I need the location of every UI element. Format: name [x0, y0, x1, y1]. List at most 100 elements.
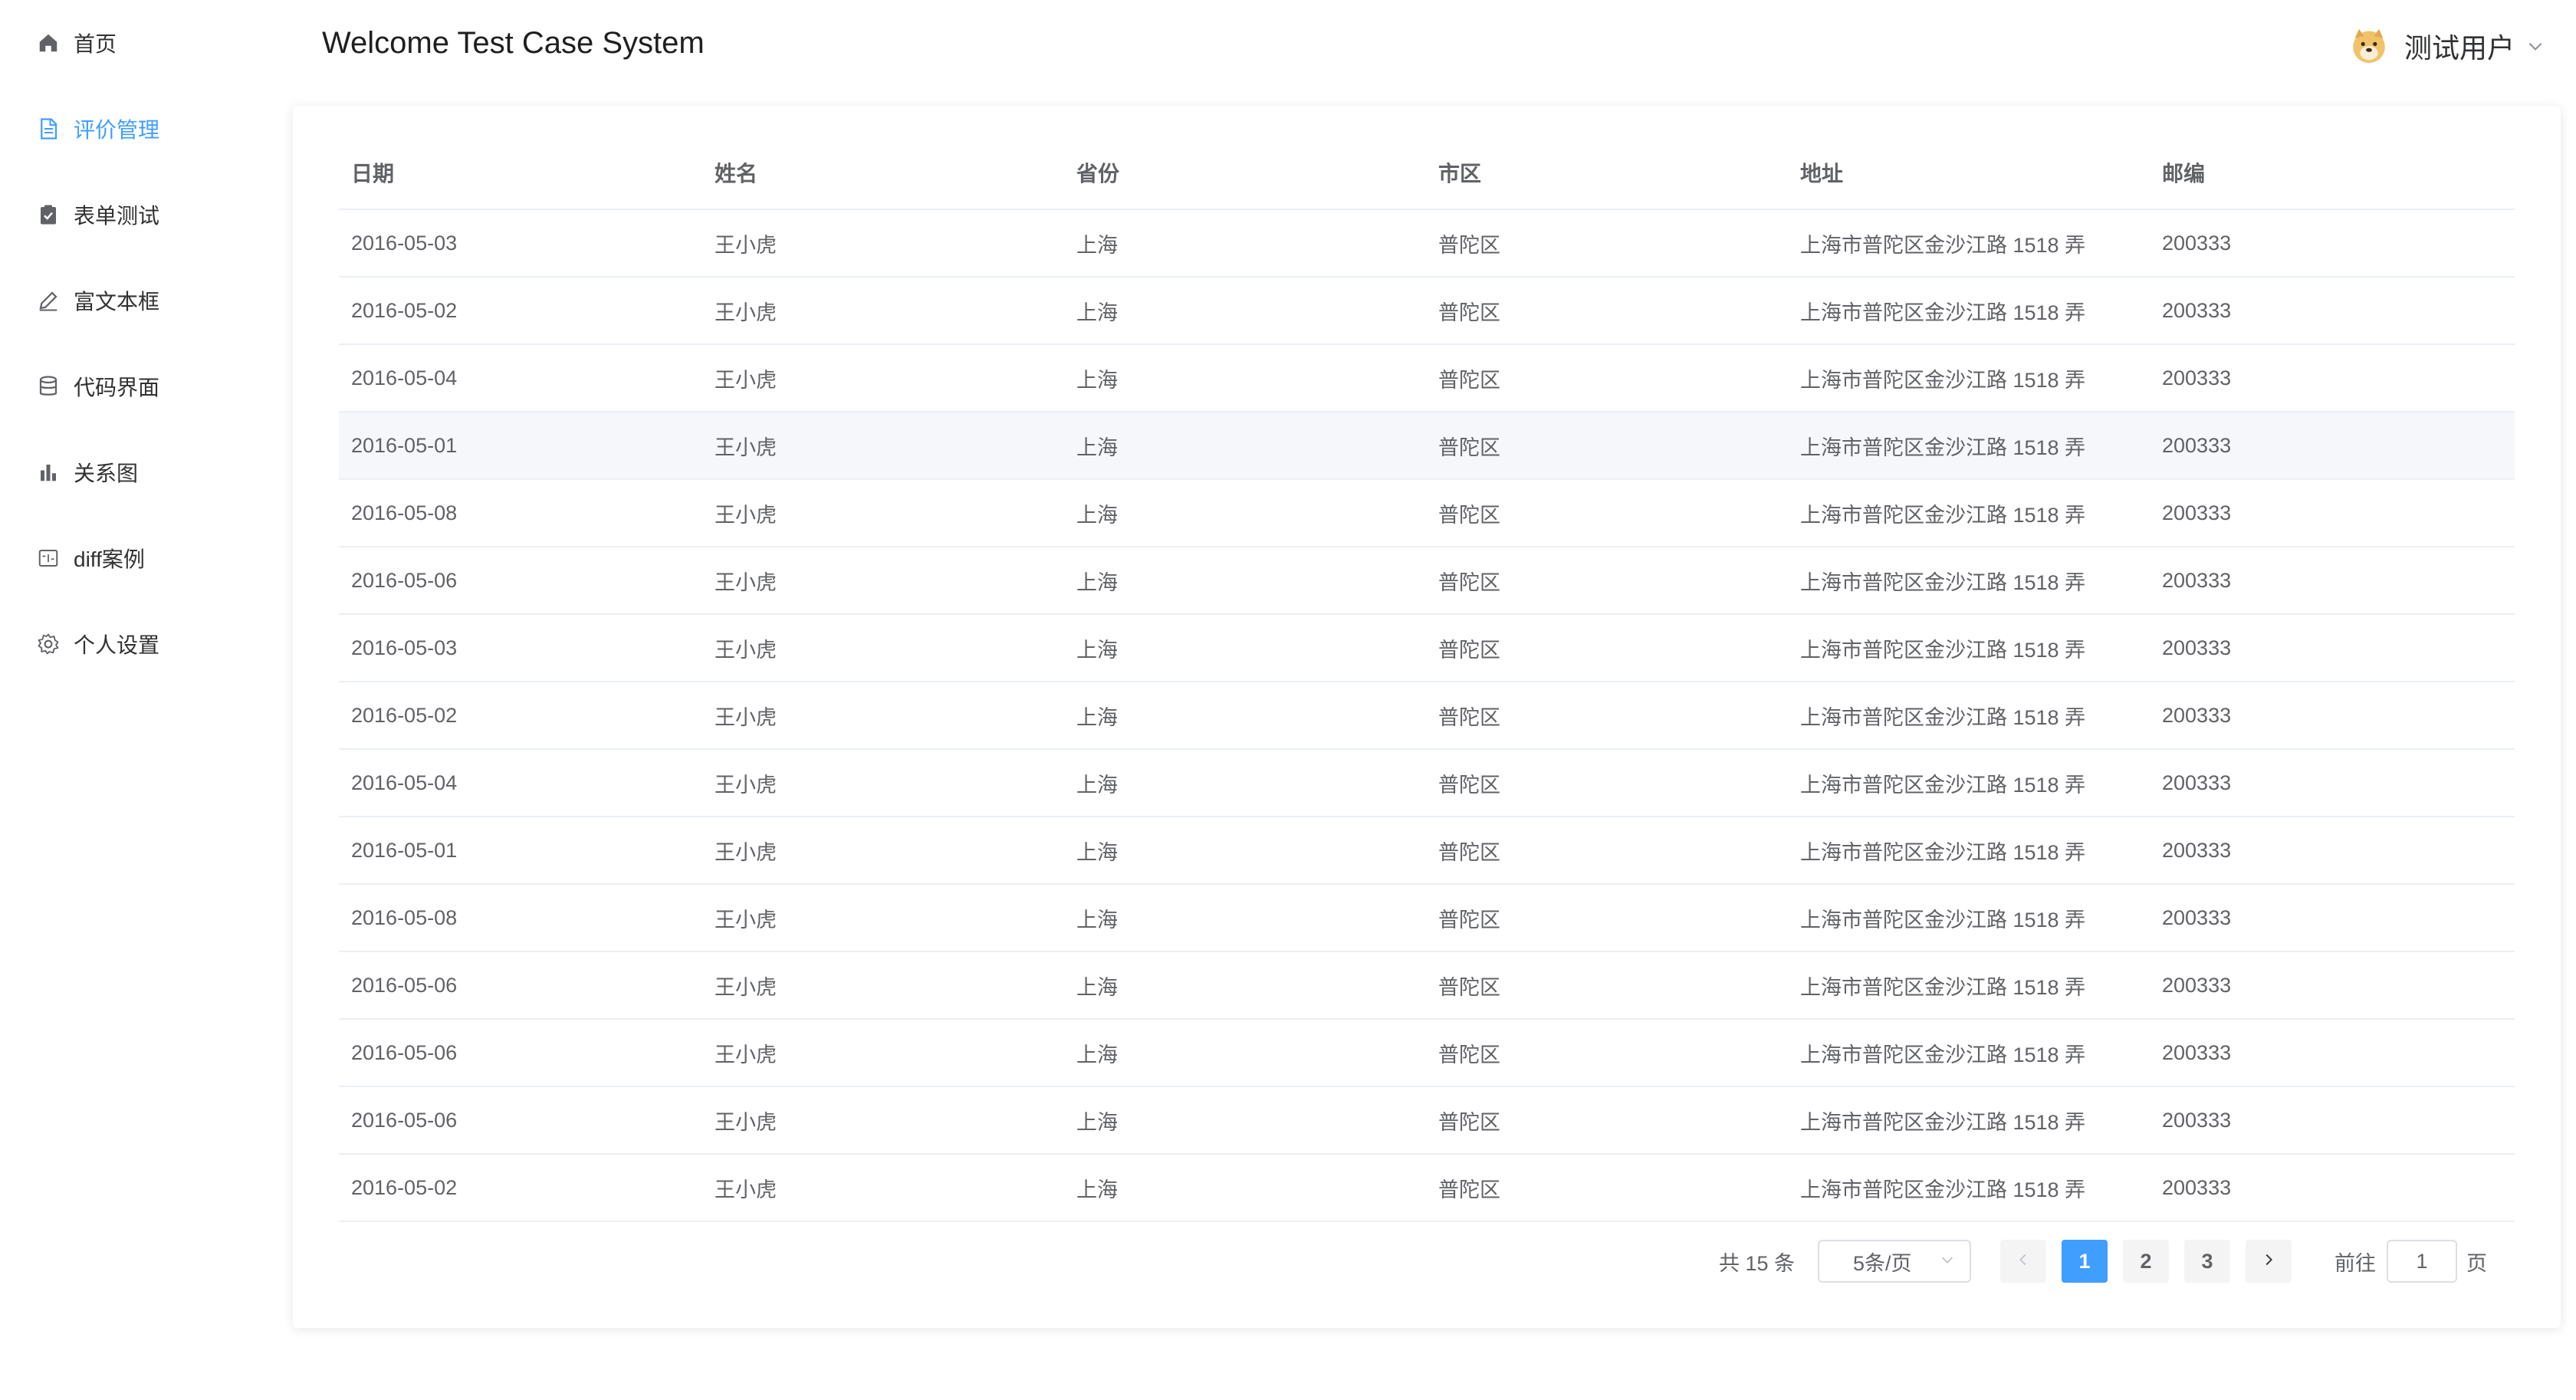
database-icon [35, 373, 61, 399]
chevron-right-icon [2260, 1250, 2277, 1273]
cell-date: 2016-05-06 [351, 1108, 458, 1132]
table-row[interactable]: 2016-05-06 王小虎 上海 普陀区 上海市普陀区金沙江路 1518 弄 20033… [339, 1087, 2515, 1155]
page-button-3[interactable]: 3 [2184, 1240, 2230, 1283]
column-header-date[interactable]: 日期 [351, 136, 394, 209]
column-header-zip[interactable]: 邮编 [2162, 136, 2205, 209]
table-row[interactable]: 2016-05-01 王小虎 上海 普陀区 上海市普陀区金沙江路 1518 弄 20033… [339, 412, 2515, 480]
table-row[interactable]: 2016-05-04 王小虎 上海 普陀区 上海市普陀区金沙江路 1518 弄 20033… [339, 345, 2515, 412]
data-table: 日期 姓名 省份 市区 地址 邮编 2016-05-03 王小虎 上海 普陀区 上海市普… [339, 136, 2515, 1222]
sidebar-item-label: 个人设置 [74, 633, 160, 657]
cell-name: 王小虎 [715, 908, 777, 932]
cell-province: 上海 [1076, 368, 1118, 392]
cell-district: 普陀区 [1438, 435, 1500, 459]
table-row[interactable]: 2016-05-04 王小虎 上海 普陀区 上海市普陀区金沙江路 1518 弄 20033… [339, 750, 2515, 817]
sidebar-item-rich-text[interactable]: 富文本框 [35, 278, 159, 324]
cell-province: 上海 [1076, 1043, 1118, 1066]
cell-date: 2016-05-04 [351, 771, 458, 794]
column-header-address[interactable]: 地址 [1800, 136, 1843, 209]
table-row[interactable]: 2016-05-03 王小虎 上海 普陀区 上海市普陀区金沙江路 1518 弄 20033… [339, 210, 2515, 278]
cell-date: 2016-05-02 [351, 1175, 458, 1199]
table-row[interactable]: 2016-05-01 王小虎 上海 普陀区 上海市普陀区金沙江路 1518 弄 20033… [339, 817, 2515, 885]
user-name: 测试用户 [2404, 32, 2515, 64]
sidebar-item-diff-case[interactable]: diff案例 [35, 535, 145, 581]
cell-zip: 200333 [2162, 298, 2232, 322]
column-header-name[interactable]: 姓名 [715, 136, 757, 209]
cell-address: 上海市普陀区金沙江路 1518 弄 [1800, 705, 2086, 729]
sidebar-item-review-management[interactable]: 评价管理 [35, 106, 159, 152]
cell-zip: 200333 [2162, 568, 2232, 592]
table-row[interactable]: 2016-05-03 王小虎 上海 普陀区 上海市普陀区金沙江路 1518 弄 20033… [339, 615, 2515, 682]
sidebar-item-label: 关系图 [74, 462, 139, 485]
prev-page-button[interactable] [2000, 1240, 2046, 1283]
user-menu[interactable]: 测试用户 [2349, 21, 2545, 71]
cell-date: 2016-05-04 [351, 366, 458, 389]
cell-name: 王小虎 [715, 435, 777, 459]
clipboard-check-icon [35, 202, 61, 228]
cell-address: 上海市普陀区金沙江路 1518 弄 [1800, 570, 2086, 594]
chevron-down-icon [2525, 36, 2545, 56]
column-header-district[interactable]: 市区 [1438, 136, 1481, 209]
cell-district: 普陀区 [1438, 840, 1500, 864]
table-row[interactable]: 2016-05-08 王小虎 上海 普陀区 上海市普陀区金沙江路 1518 弄 20033… [339, 885, 2515, 952]
cell-address: 上海市普陀区金沙江路 1518 弄 [1800, 301, 2086, 324]
table-row[interactable]: 2016-05-02 王小虎 上海 普陀区 上海市普陀区金沙江路 1518 弄 20033… [339, 1155, 2515, 1222]
table-row[interactable]: 2016-05-02 王小虎 上海 普陀区 上海市普陀区金沙江路 1518 弄 20033… [339, 278, 2515, 345]
cell-address: 上海市普陀区金沙江路 1518 弄 [1800, 773, 2086, 797]
cell-province: 上海 [1076, 908, 1118, 932]
sidebar-item-relation-chart[interactable]: 关系图 [35, 449, 138, 495]
cell-zip: 200333 [2162, 433, 2232, 457]
cell-district: 普陀区 [1438, 1178, 1500, 1201]
table-row[interactable]: 2016-05-06 王小虎 上海 普陀区 上海市普陀区金沙江路 1518 弄 20033… [339, 547, 2515, 615]
page-size-value: 5条/页 [1853, 1251, 1912, 1275]
sidebar-item-personal-settings[interactable]: 个人设置 [35, 621, 159, 667]
cell-date: 2016-05-03 [351, 636, 458, 659]
column-header-province[interactable]: 省份 [1076, 136, 1119, 209]
table-row[interactable]: 2016-05-06 王小虎 上海 普陀区 上海市普陀区金沙江路 1518 弄 20033… [339, 1020, 2515, 1087]
cell-province: 上海 [1076, 1110, 1118, 1134]
cell-province: 上海 [1076, 435, 1118, 459]
next-page-button[interactable] [2246, 1240, 2292, 1283]
table-row[interactable]: 2016-05-02 王小虎 上海 普陀区 上海市普陀区金沙江路 1518 弄 20033… [339, 682, 2515, 750]
cell-address: 上海市普陀区金沙江路 1518 弄 [1800, 233, 2086, 257]
chevron-down-icon [1939, 1250, 1956, 1273]
table-row[interactable]: 2016-05-06 王小虎 上海 普陀区 上海市普陀区金沙江路 1518 弄 20033… [339, 952, 2515, 1020]
cell-address: 上海市普陀区金沙江路 1518 弄 [1800, 368, 2086, 392]
cell-zip: 200333 [2162, 905, 2232, 929]
cell-date: 2016-05-08 [351, 501, 458, 524]
cell-address: 上海市普陀区金沙江路 1518 弄 [1800, 435, 2086, 459]
cell-date: 2016-05-06 [351, 973, 458, 997]
cell-zip: 200333 [2162, 703, 2232, 727]
page-button-1[interactable]: 1 [2062, 1240, 2108, 1283]
cell-province: 上海 [1076, 773, 1118, 797]
cell-address: 上海市普陀区金沙江路 1518 弄 [1800, 503, 2086, 527]
page-button-2[interactable]: 2 [2123, 1240, 2169, 1283]
cell-zip: 200333 [2162, 973, 2232, 997]
sidebar-item-code-view[interactable]: 代码界面 [35, 363, 159, 409]
sidebar-item-form-test[interactable]: 表单测试 [35, 192, 159, 238]
cell-zip: 200333 [2162, 366, 2232, 389]
cell-district: 普陀区 [1438, 301, 1500, 324]
cell-date: 2016-05-02 [351, 703, 458, 727]
content-card: 日期 姓名 省份 市区 地址 邮编 2016-05-03 王小虎 上海 普陀区 上海市普… [293, 106, 2561, 1328]
cell-district: 普陀区 [1438, 1110, 1500, 1134]
cell-address: 上海市普陀区金沙江路 1518 弄 [1800, 840, 2086, 864]
sidebar-item-label: 评价管理 [74, 118, 160, 142]
jump-to-page-input[interactable] [2387, 1240, 2457, 1283]
cell-province: 上海 [1076, 503, 1118, 527]
cell-name: 王小虎 [715, 503, 777, 527]
table-row[interactable]: 2016-05-08 王小虎 上海 普陀区 上海市普陀区金沙江路 1518 弄 20033… [339, 480, 2515, 547]
jump-to-label: 前往 [2334, 1251, 2376, 1275]
gear-icon [35, 631, 61, 657]
cell-zip: 200333 [2162, 501, 2232, 524]
cell-date: 2016-05-06 [351, 568, 458, 592]
cell-zip: 200333 [2162, 771, 2232, 794]
cell-date: 2016-05-06 [351, 1040, 458, 1064]
sidebar-item-home[interactable]: 首页 [35, 20, 117, 66]
cell-address: 上海市普陀区金沙江路 1518 弄 [1800, 638, 2086, 662]
cell-district: 普陀区 [1438, 368, 1500, 392]
cell-name: 王小虎 [715, 975, 777, 999]
page-size-select[interactable]: 5条/页 [1818, 1240, 1971, 1283]
table-header: 日期 姓名 省份 市区 地址 邮编 [339, 136, 2515, 210]
document-icon [35, 116, 61, 142]
cell-zip: 200333 [2162, 1040, 2232, 1064]
